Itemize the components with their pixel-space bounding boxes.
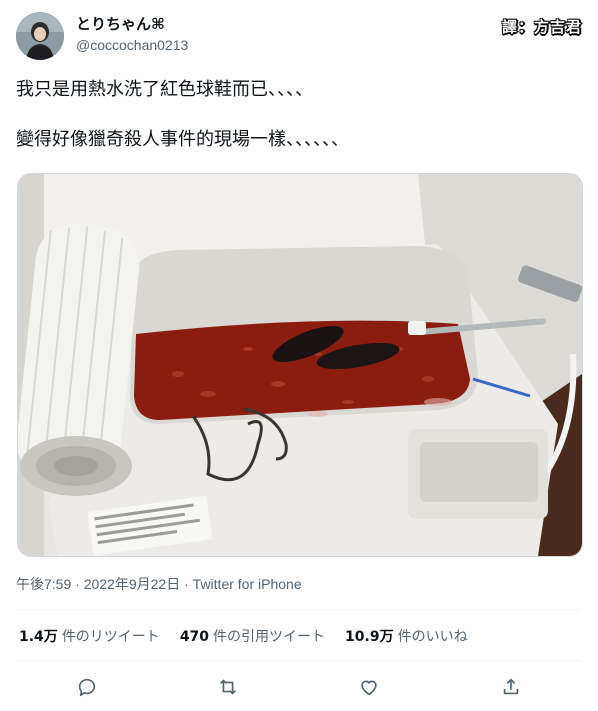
action-bar	[16, 672, 582, 702]
tweet-line-2: 變得好像獵奇殺人事件的現場一樣、、、、、、	[16, 129, 349, 150]
tweet-time[interactable]: 午後7:59	[16, 576, 71, 592]
tweet-header: とりちゃん⌘ @coccochan0213 譯：方吉君	[16, 12, 582, 64]
tweet-photo[interactable]	[17, 173, 583, 557]
display-name[interactable]: とりちゃん⌘	[76, 14, 188, 34]
retweet-count[interactable]: 1.4万 件のリツイート	[19, 626, 160, 646]
meta-separator: ·	[71, 576, 84, 592]
divider	[16, 609, 582, 610]
reply-icon	[78, 678, 96, 697]
tweet-metadata: 午後7:59 · 2022年9月22日 · Twitter for iPhone	[16, 574, 302, 594]
retweet-icon	[220, 679, 236, 695]
tweet-date[interactable]: 2022年9月22日	[84, 576, 181, 592]
reply-button[interactable]	[72, 672, 102, 702]
meta-separator: ·	[180, 576, 193, 592]
share-button[interactable]	[496, 672, 526, 702]
like-count[interactable]: 10.9万 件のいいね	[345, 626, 468, 646]
tweet-line-1: 我只是用熱水洗了紅色球鞋而已、、、、	[16, 79, 313, 100]
author-names: とりちゃん⌘ @coccochan0213	[76, 14, 188, 55]
divider	[16, 660, 582, 661]
engagement-stats: 1.4万 件のリツイート 470 件の引用ツイート 10.9万 件のいいね	[19, 626, 468, 646]
retweet-button[interactable]	[213, 672, 243, 702]
quote-tweet-count[interactable]: 470 件の引用ツイート	[180, 626, 325, 646]
tweet-source[interactable]: Twitter for iPhone	[193, 576, 302, 592]
avatar[interactable]	[16, 12, 64, 60]
heart-icon	[361, 680, 377, 696]
like-button[interactable]	[354, 672, 384, 702]
user-handle[interactable]: @coccochan0213	[76, 35, 188, 55]
share-icon	[503, 678, 519, 695]
tweet-text: 我只是用熱水洗了紅色球鞋而已、、、、 變得好像獵奇殺人事件的現場一樣、、、、、、	[16, 76, 349, 154]
translator-credit: 譯：方吉君	[501, 18, 582, 36]
